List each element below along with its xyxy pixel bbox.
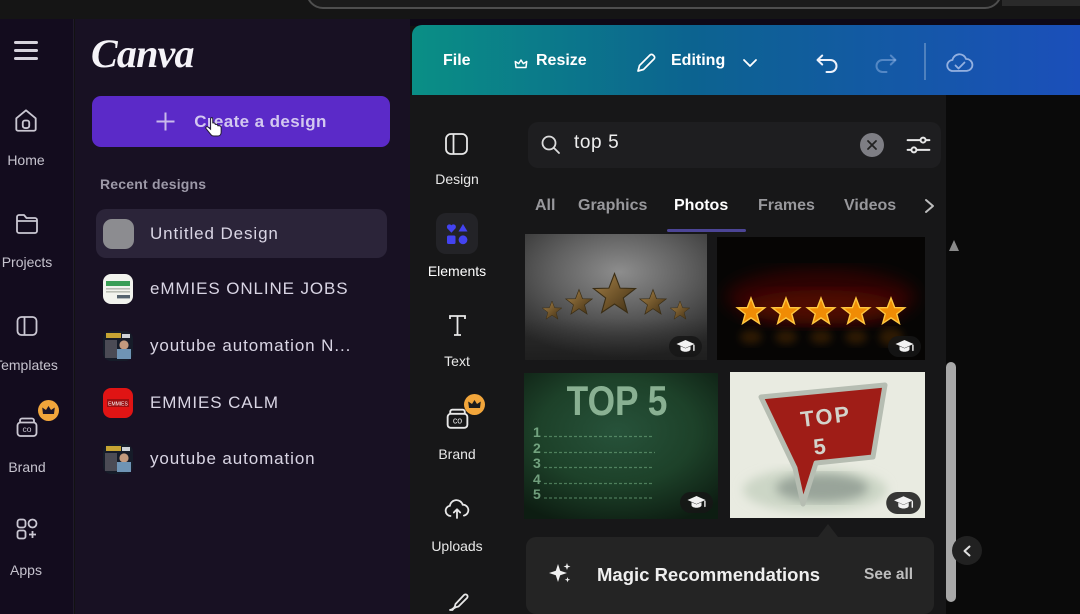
svg-text:1: 1	[533, 424, 541, 440]
svg-text:2: 2	[533, 440, 541, 456]
svg-text:5: 5	[533, 486, 541, 502]
svg-text:4: 4	[533, 471, 541, 487]
svg-text:TOP 5: TOP 5	[567, 378, 668, 425]
svg-text:co: co	[23, 424, 32, 434]
svg-text:3: 3	[533, 455, 541, 471]
svg-text:EMMIES: EMMIES	[108, 402, 128, 408]
svg-text:co: co	[453, 416, 462, 426]
